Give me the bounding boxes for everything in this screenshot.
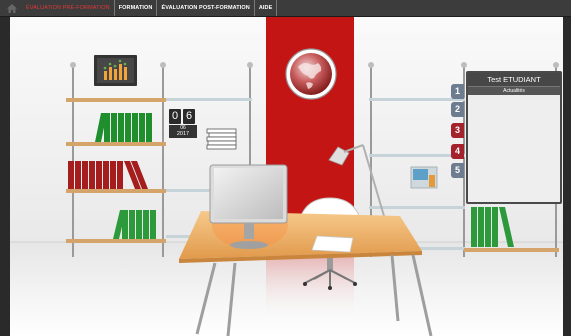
right-frame-border bbox=[563, 17, 571, 336]
tab-1[interactable]: 1 bbox=[451, 84, 464, 99]
tab-3[interactable]: 3 bbox=[451, 123, 464, 138]
calendar-day-digit-2: 6 bbox=[183, 109, 195, 124]
menu-item-post-training-evaluation[interactable]: ÉVALUATION POST-FORMATION bbox=[157, 0, 255, 16]
calendar-widget: 0 6 06 2017 bbox=[169, 109, 198, 144]
globe-icon bbox=[285, 48, 337, 100]
calendar-year: 2017 bbox=[169, 131, 197, 138]
panel-subtitle[interactable]: Actualités bbox=[468, 86, 560, 95]
left-frame-border bbox=[0, 17, 10, 336]
menu-bar: ÉVALUATION PRÉ-FORMATION FORMATION ÉVALU… bbox=[0, 0, 571, 17]
tab-5[interactable]: 5 bbox=[451, 163, 464, 178]
menu-item-help[interactable]: AIDE bbox=[255, 0, 278, 16]
tab-2[interactable]: 2 bbox=[451, 102, 464, 117]
calendar-day-digit-1: 0 bbox=[169, 109, 181, 124]
news-panel: Test ETUDIANT Actualités bbox=[466, 71, 562, 204]
panel-title: Test ETUDIANT bbox=[468, 73, 560, 86]
menu-item-training[interactable]: FORMATION bbox=[115, 0, 158, 16]
chart-frame-icon bbox=[94, 55, 137, 86]
home-icon[interactable] bbox=[6, 2, 18, 14]
menu-item-pre-training-evaluation[interactable]: ÉVALUATION PRÉ-FORMATION bbox=[22, 0, 115, 16]
tab-4[interactable]: 4 bbox=[451, 144, 464, 159]
